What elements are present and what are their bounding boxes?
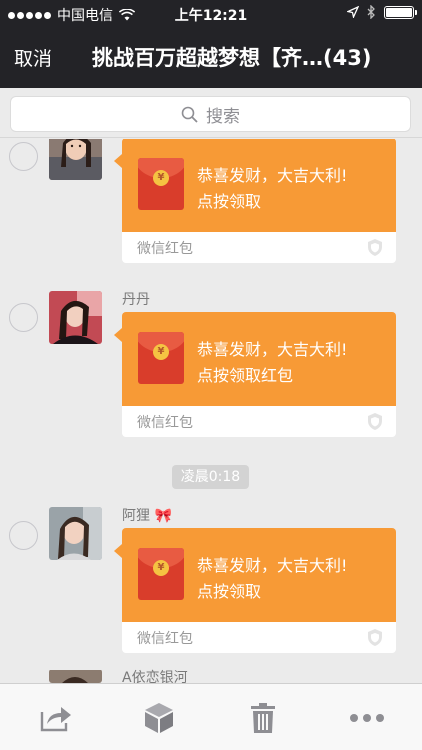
- message-item: A依恋银河: [0, 669, 422, 683]
- red-packet-label: 微信红包: [137, 241, 193, 257]
- claim-text: 点按领取红包: [197, 366, 294, 385]
- message-list[interactable]: ¥ 恭喜发财，大吉大利! 点按领取 微信红包 丹丹 ¥ 恭喜发财，大吉大利! 点…: [0, 139, 422, 683]
- greeting-text: 恭喜发财，大吉大利!: [197, 166, 348, 185]
- search-bar: 搜索: [0, 88, 422, 138]
- message-item: ¥ 恭喜发财，大吉大利! 点按领取 微信红包: [0, 139, 422, 277]
- red-packet-card[interactable]: ¥ 恭喜发财，大吉大利! 点按领取 微信红包: [114, 528, 396, 653]
- avatar[interactable]: [49, 139, 102, 180]
- status-right: [347, 5, 417, 19]
- avatar[interactable]: [49, 669, 102, 683]
- more-button[interactable]: [347, 698, 387, 738]
- chat-title: 挑战百万超越梦想【齐…(43): [92, 46, 372, 70]
- cancel-button[interactable]: 取消: [14, 44, 52, 71]
- avatar[interactable]: [49, 291, 102, 344]
- shield-icon: [368, 629, 382, 646]
- search-placeholder: 搜索: [206, 106, 240, 127]
- search-input[interactable]: 搜索: [10, 96, 411, 132]
- red-packet-label: 微信红包: [137, 415, 193, 431]
- red-envelope-icon: ¥: [138, 158, 184, 210]
- select-radio[interactable]: [9, 142, 38, 171]
- red-packet-label: 微信红包: [137, 631, 193, 647]
- battery-icon: [384, 5, 417, 19]
- red-packet-card[interactable]: ¥ 恭喜发财，大吉大利! 点按领取 微信红包: [114, 139, 396, 263]
- claim-text: 点按领取: [197, 582, 262, 601]
- search-icon: [181, 106, 198, 123]
- sender-name: 丹丹: [122, 292, 150, 308]
- bottom-toolbar: [0, 683, 422, 750]
- favorite-box-icon: [145, 703, 173, 733]
- sender-name: 阿狸 🎀: [122, 508, 172, 524]
- select-radio[interactable]: [9, 303, 38, 332]
- greeting-text: 恭喜发财，大吉大利!: [197, 340, 348, 359]
- claim-text: 点按领取: [197, 192, 262, 211]
- red-envelope-icon: ¥: [138, 332, 184, 384]
- avatar[interactable]: [49, 507, 102, 560]
- red-packet-card[interactable]: ¥ 恭喜发财，大吉大利! 点按领取红包 微信红包: [114, 312, 396, 437]
- red-envelope-icon: ¥: [138, 548, 184, 600]
- shield-icon: [368, 239, 382, 256]
- sender-name: A依恋银河: [122, 670, 188, 683]
- timestamp-badge: 凌晨0:18: [172, 465, 249, 489]
- favorite-button[interactable]: [139, 698, 179, 738]
- shield-icon: [368, 413, 382, 430]
- top-bar: 中国电信 上午12:21 取消 挑战百万超越梦想【齐…(43): [0, 0, 422, 88]
- more-icon: [350, 714, 384, 722]
- status-bar: 中国电信 上午12:21: [0, 0, 422, 28]
- greeting-text: 恭喜发财，大吉大利!: [197, 556, 348, 575]
- share-icon: [40, 707, 71, 732]
- trash-icon: [251, 703, 275, 733]
- message-item: 丹丹 ¥ 恭喜发财，大吉大利! 点按领取红包 微信红包: [0, 291, 422, 441]
- share-button[interactable]: [36, 698, 76, 738]
- select-radio[interactable]: [9, 521, 38, 550]
- nav-bar: 取消 挑战百万超越梦想【齐…(43): [0, 28, 422, 88]
- message-item: 阿狸 🎀 ¥ 恭喜发财，大吉大利! 点按领取 微信红包: [0, 507, 422, 657]
- delete-button[interactable]: [243, 698, 283, 738]
- bluetooth-icon: [367, 5, 375, 19]
- location-arrow-icon: [347, 6, 359, 18]
